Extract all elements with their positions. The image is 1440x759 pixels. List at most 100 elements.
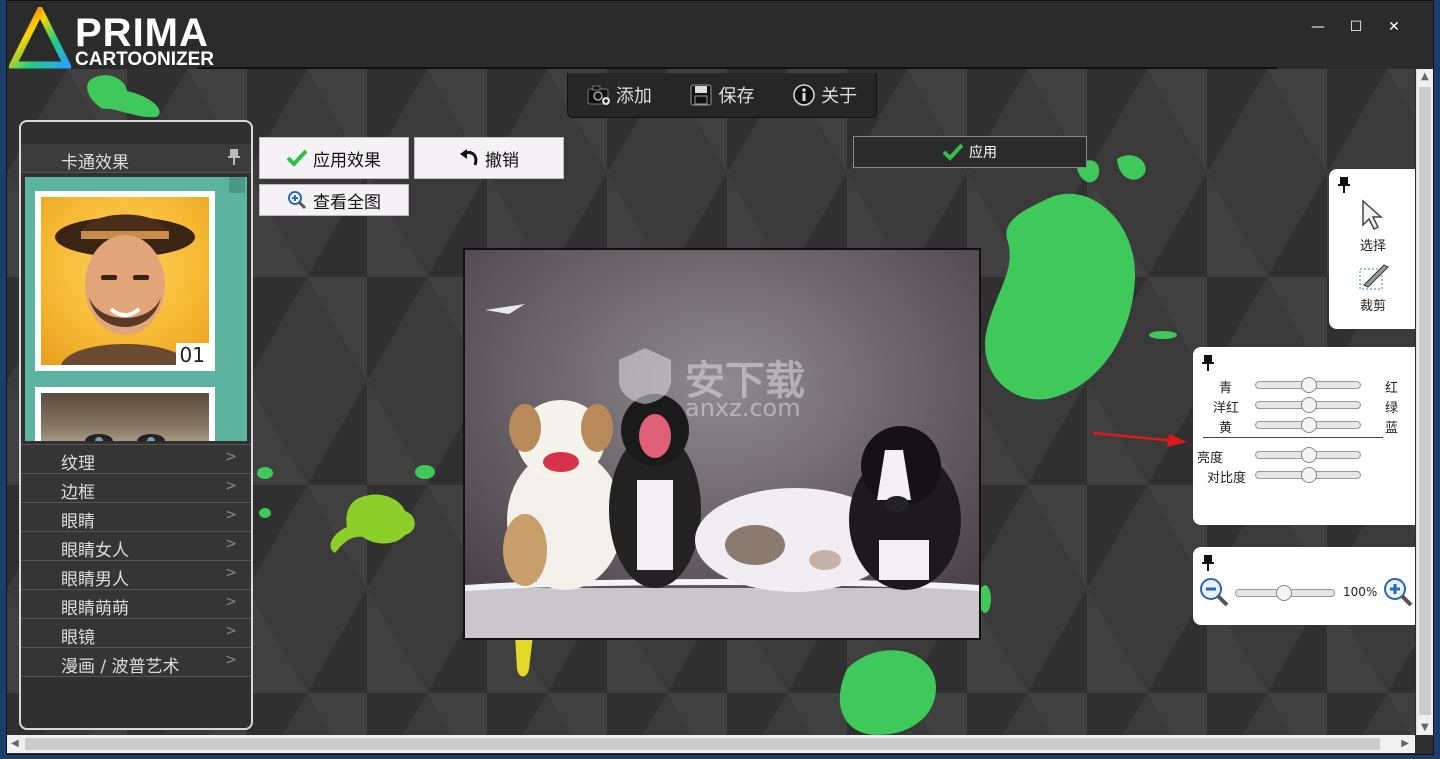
category-eyes-cute[interactable]: 眼睛萌萌 > [21, 589, 251, 619]
zoom-slider-thumb[interactable] [1276, 585, 1293, 601]
pin-icon[interactable] [1201, 355, 1215, 371]
undo-label: 撤销 [485, 150, 519, 171]
category-label: 眼睛女人 [61, 541, 129, 561]
apply-button[interactable]: 应用 [853, 136, 1087, 168]
category-glasses[interactable]: 眼镜 > [21, 618, 251, 648]
about-label: 关于 [821, 86, 858, 107]
category-texture[interactable]: 纹理 > [21, 444, 251, 474]
cartoon-man-image [41, 197, 209, 365]
category-label: 眼睛 [61, 512, 95, 532]
camera-add-icon [587, 85, 610, 105]
gallery-scroll-handle[interactable] [229, 177, 245, 193]
magenta-green-slider[interactable] [1255, 397, 1361, 413]
chevron-right-icon: > [225, 507, 237, 523]
chevron-right-icon: > [225, 652, 237, 668]
zoom-percent: 100% [1343, 585, 1378, 599]
chevron-right-icon: > [225, 623, 237, 639]
vertical-scroll-thumb[interactable] [1419, 87, 1431, 715]
category-comic-pop-art[interactable]: 漫画 / 波普艺术 > [21, 647, 251, 677]
zoom-slider[interactable] [1235, 585, 1335, 601]
save-label: 保存 [718, 86, 755, 107]
chevron-right-icon: > [225, 536, 237, 552]
chevron-right-icon: > [225, 594, 237, 610]
brightness-slider-thumb[interactable] [1301, 447, 1317, 463]
effect-thumbnail-01[interactable]: 01 [35, 191, 215, 371]
pin-icon[interactable] [227, 149, 241, 165]
scroll-up-icon[interactable]: ▲ [1421, 71, 1429, 82]
effect-thumbnail-02[interactable] [35, 387, 215, 441]
effects-panel: 卡通效果 01 纹理 > 边框 > 眼睛 > 眼睛女人 > 眼睛男人 > 眼睛萌… [19, 120, 253, 730]
blue-label: 蓝 [1385, 421, 1399, 436]
color-adjust-panel: 青 红 洋红 绿 黄 蓝 亮度 对比度 [1193, 347, 1415, 525]
horizontal-scroll-thumb[interactable] [25, 738, 1380, 750]
title-bar: PRIMA CARTOONIZER — ☐ ✕ [7, 1, 1433, 70]
zoom-out-icon[interactable] [1199, 577, 1229, 607]
chevron-right-icon: > [225, 565, 237, 581]
pin-icon[interactable] [1201, 555, 1215, 571]
info-icon [793, 84, 815, 106]
crop-tool-button[interactable]: 裁剪 [1343, 261, 1403, 314]
magenta-green-slider-thumb[interactable] [1301, 397, 1317, 413]
chevron-right-icon: > [225, 478, 237, 494]
thumbnail-number: 01 [175, 343, 209, 367]
category-label: 眼睛男人 [61, 570, 129, 590]
category-eyes-woman[interactable]: 眼睛女人 > [21, 531, 251, 561]
undo-arrow-icon [460, 149, 478, 166]
add-label: 添加 [615, 86, 652, 107]
yellow-blue-slider[interactable] [1255, 417, 1361, 433]
contrast-slider[interactable] [1255, 467, 1361, 483]
apply-label: 应用 [969, 145, 997, 161]
undo-button[interactable]: 撤销 [414, 137, 564, 179]
cartoon-eyes-image [41, 393, 209, 441]
category-eyes-man[interactable]: 眼睛男人 > [21, 560, 251, 590]
effect-category-list: 纹理 > 边框 > 眼睛 > 眼睛女人 > 眼睛男人 > 眼睛萌萌 > 眼镜 > 漫画 / 波… [21, 444, 251, 677]
category-label: 漫画 / 波普艺术 [61, 657, 180, 677]
save-button[interactable]: 保存 [689, 82, 754, 108]
green-label: 绿 [1385, 401, 1399, 416]
scroll-right-icon[interactable]: ▶ [1401, 738, 1409, 749]
zoom-in-icon[interactable] [1383, 577, 1413, 607]
select-tool-button[interactable]: 选择 [1343, 199, 1403, 254]
crop-knife-icon [1359, 264, 1389, 290]
app-logo: PRIMA CARTOONIZER [9, 5, 239, 70]
view-all-label: 查看全图 [313, 192, 381, 213]
crop-label: 裁剪 [1359, 299, 1386, 314]
cyan-red-slider-thumb[interactable] [1301, 377, 1317, 393]
add-button[interactable]: 添加 [587, 82, 652, 108]
category-label: 边框 [61, 483, 95, 503]
category-label: 纹理 [61, 454, 95, 474]
cyan-red-slider[interactable] [1255, 377, 1361, 393]
close-button[interactable]: ✕ [1379, 15, 1409, 39]
vertical-scrollbar[interactable]: ▲ ▼ [1416, 69, 1433, 735]
floppy-disk-icon [690, 84, 712, 106]
app-window: PRIMA CARTOONIZER — ☐ ✕ 添加 保存 关于 卡通效果 01… [6, 0, 1434, 755]
apply-effect-button[interactable]: 应用效果 [259, 137, 409, 179]
contrast-slider-thumb[interactable] [1301, 467, 1317, 483]
cursor-arrow-icon [1362, 199, 1383, 231]
about-button[interactable]: 关于 [792, 82, 857, 108]
red-arrow-annotation [1092, 431, 1187, 447]
zoom-panel: 100% [1193, 547, 1415, 625]
category-label: 眼睛萌萌 [61, 599, 129, 619]
category-eyes[interactable]: 眼睛 > [21, 502, 251, 532]
scroll-down-icon[interactable]: ▼ [1421, 722, 1429, 733]
cartoonized-photo[interactable]: 安下载 anxz.com [463, 248, 981, 640]
logo-line2: CARTOONIZER [75, 49, 214, 70]
category-border[interactable]: 边框 > [21, 473, 251, 503]
main-toolbar: 添加 保存 关于 [567, 73, 877, 118]
view-all-button[interactable]: 查看全图 [259, 184, 409, 216]
watermark: 安下载 anxz.com [615, 346, 855, 426]
cyan-label: 青 [1219, 381, 1233, 396]
scroll-left-icon[interactable]: ◀ [11, 738, 19, 749]
yellow-label: 黄 [1219, 421, 1233, 436]
horizontal-scrollbar[interactable]: ◀ ▶ [7, 735, 1415, 753]
minimize-button[interactable]: — [1303, 15, 1333, 39]
panel-divider [1203, 437, 1383, 438]
pin-icon[interactable] [1337, 177, 1351, 193]
effects-panel-header[interactable]: 卡通效果 [21, 144, 251, 173]
magenta-label: 洋红 [1213, 401, 1240, 416]
yellow-blue-slider-thumb[interactable] [1301, 417, 1317, 433]
brightness-slider[interactable] [1255, 447, 1361, 463]
maximize-button[interactable]: ☐ [1341, 15, 1371, 39]
apply-effect-label: 应用效果 [313, 150, 381, 171]
